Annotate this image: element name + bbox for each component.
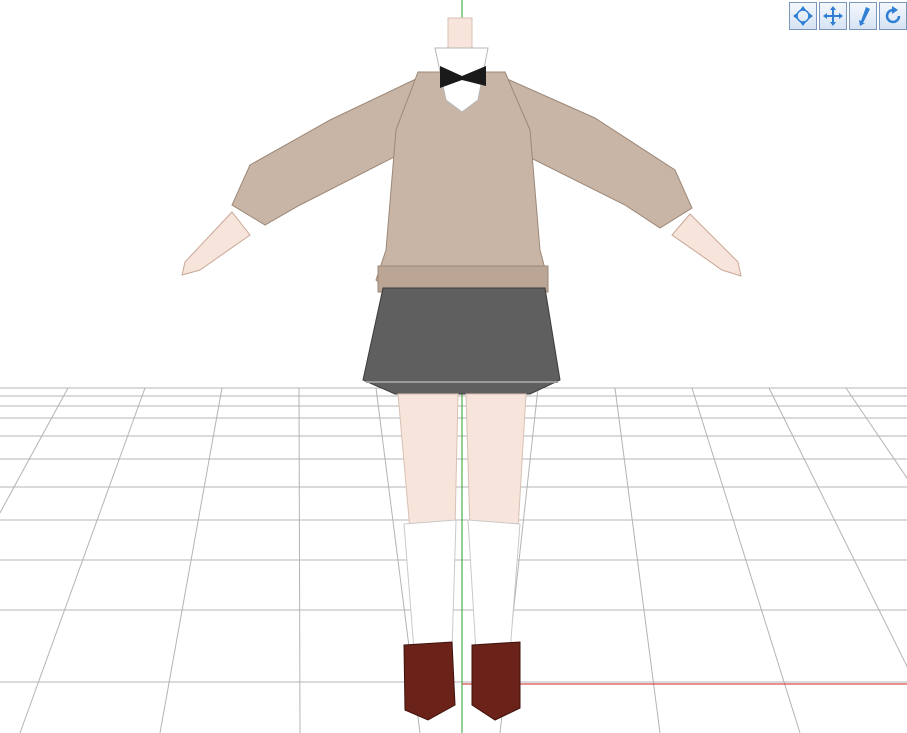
zoom-view-icon xyxy=(859,7,870,26)
model-skirt xyxy=(362,287,561,395)
move-view-button[interactable] xyxy=(819,2,847,30)
rotate-view-button[interactable] xyxy=(789,2,817,30)
rotate-view-icon xyxy=(793,6,813,26)
model-left-shoe xyxy=(403,641,456,721)
zoom-view-button[interactable] xyxy=(849,2,877,30)
model-left-sock xyxy=(403,519,457,651)
move-view-icon xyxy=(823,6,843,26)
model-right-hand xyxy=(671,213,742,277)
model-left-hand xyxy=(181,211,251,276)
reset-view-icon xyxy=(885,6,901,24)
model-right-shoe xyxy=(471,641,521,721)
reset-view-button[interactable] xyxy=(879,2,907,30)
3d-viewport[interactable] xyxy=(0,0,907,733)
model-left-leg xyxy=(397,393,459,531)
view-toolbar xyxy=(789,2,907,30)
model-right-sock xyxy=(467,519,521,653)
model-right-leg xyxy=(465,393,527,531)
